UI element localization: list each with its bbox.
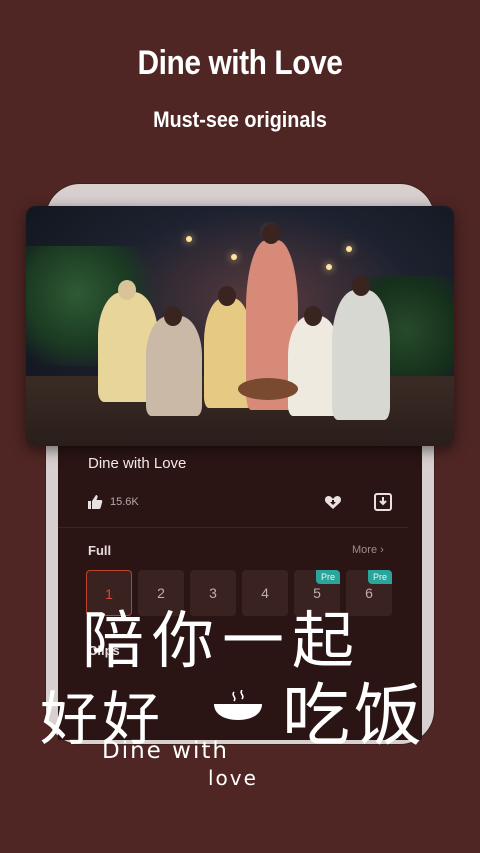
full-episodes-label: Full bbox=[88, 543, 112, 558]
poster-light bbox=[231, 254, 237, 260]
poster-light bbox=[326, 264, 332, 270]
poster-person bbox=[332, 276, 390, 420]
action-row: 15.6K bbox=[86, 493, 396, 513]
like-count: 15.6K bbox=[110, 496, 139, 508]
pre-badge: Pre bbox=[316, 570, 340, 584]
show-title: Dine with Love bbox=[88, 455, 187, 472]
chevron-right-icon: › bbox=[380, 544, 384, 556]
heart-icon[interactable] bbox=[324, 493, 342, 511]
more-link[interactable]: More › bbox=[352, 544, 384, 556]
thumbs-up-icon[interactable] bbox=[86, 493, 104, 511]
more-link-label: More bbox=[352, 544, 378, 556]
promo-headline: Dine with Love bbox=[137, 44, 343, 82]
poster-person bbox=[146, 306, 202, 416]
logo-english-line2: love bbox=[208, 766, 258, 790]
episode-number: 6 bbox=[365, 585, 373, 601]
logo-cjk-line2-right: 吃饭 bbox=[282, 677, 427, 756]
download-icon[interactable] bbox=[374, 493, 392, 511]
section-divider bbox=[58, 527, 408, 528]
pre-badge: Pre bbox=[368, 570, 392, 584]
poster-light bbox=[186, 236, 192, 242]
hero-poster[interactable] bbox=[26, 206, 454, 446]
rice-bowl-icon bbox=[214, 690, 262, 720]
poster-light bbox=[346, 246, 352, 252]
promo-subheadline: Must-see originals bbox=[153, 107, 327, 132]
logo-english-line1: Dine with bbox=[102, 738, 229, 764]
poster-table bbox=[238, 378, 298, 400]
